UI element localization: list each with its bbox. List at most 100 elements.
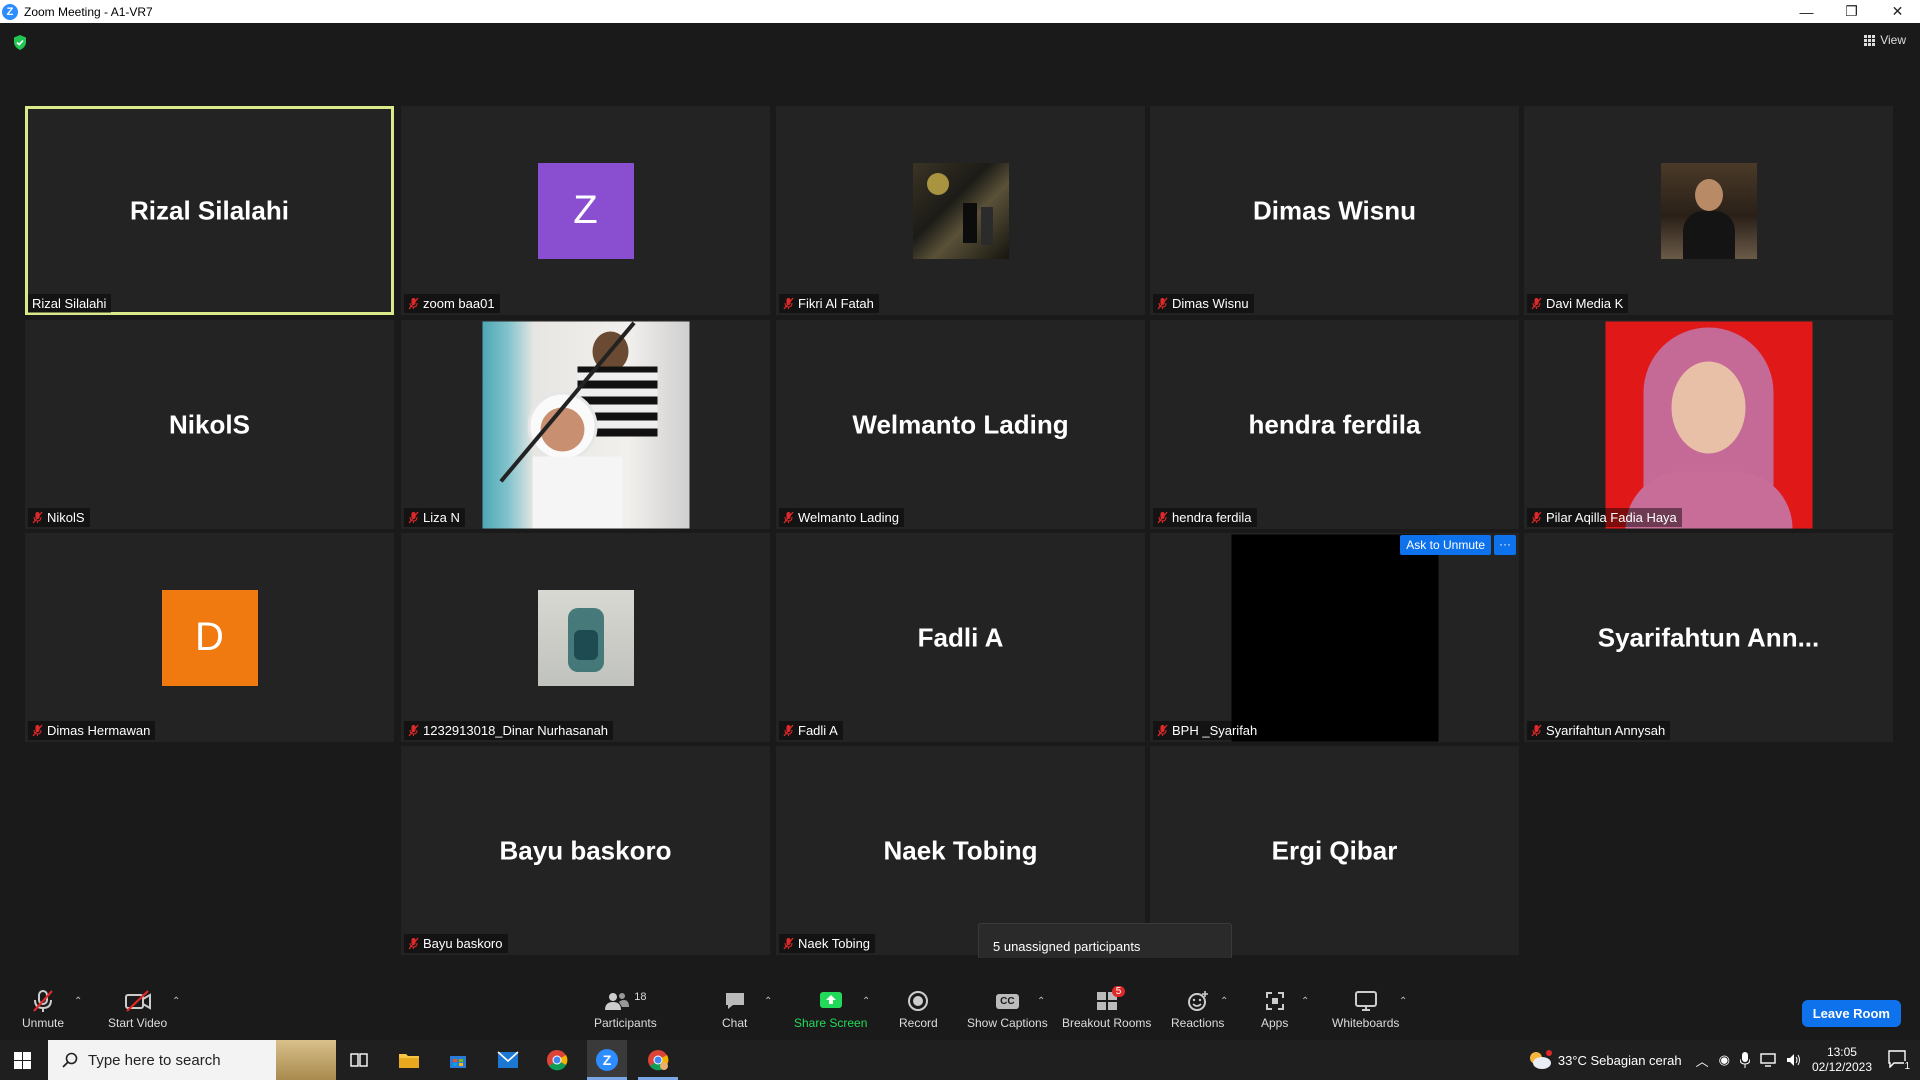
participants-button[interactable]: 18 Participants xyxy=(594,988,657,1030)
participant-tile[interactable]: NikolS NikolS xyxy=(25,320,394,529)
mic-muted-icon xyxy=(1531,724,1542,737)
file-explorer-icon[interactable] xyxy=(398,1050,420,1070)
volume-icon[interactable] xyxy=(1786,1053,1802,1067)
encryption-shield-icon[interactable] xyxy=(13,35,27,50)
location-icon[interactable]: ◉ xyxy=(1719,1052,1730,1068)
leave-room-button[interactable]: Leave Room xyxy=(1801,1000,1901,1027)
participant-label: hendra ferdila xyxy=(1153,508,1257,527)
participant-label: Rizal Silalahi xyxy=(28,294,112,313)
close-button[interactable]: ✕ xyxy=(1875,0,1920,23)
participant-tile[interactable]: Syarifahtun Ann... Syarifahtun Annysah xyxy=(1524,533,1893,742)
share-screen-button[interactable]: Share Screen xyxy=(794,988,867,1030)
participant-name-large: Bayu baskoro xyxy=(499,835,672,865)
notification-count: 1 xyxy=(1904,1061,1910,1072)
notifications-icon[interactable]: 1 xyxy=(1888,1050,1910,1072)
microsoft-store-icon[interactable] xyxy=(448,1050,468,1070)
participant-tile[interactable]: Fadli A Fadli A xyxy=(776,533,1145,742)
mic-muted-icon xyxy=(408,724,419,737)
more-options-button[interactable]: ··· xyxy=(1494,535,1516,555)
record-button[interactable]: Record xyxy=(899,988,938,1030)
participant-label: Bayu baskoro xyxy=(404,934,508,953)
chrome-taskbar-button[interactable] xyxy=(638,1040,678,1080)
notification-bubble-icon xyxy=(1888,1050,1906,1069)
mic-muted-icon xyxy=(32,724,43,737)
apps-button[interactable]: Apps xyxy=(1261,988,1288,1030)
restore-button[interactable]: ❐ xyxy=(1829,0,1874,23)
mic-muted-icon xyxy=(783,297,794,310)
participant-name: BPH _Syarifah xyxy=(1172,723,1258,738)
taskbar-search-box[interactable]: Type here to search xyxy=(48,1040,336,1080)
search-highlight-image xyxy=(276,1040,336,1080)
captions-options-chevron-icon[interactable]: ⌃ xyxy=(1037,996,1045,1007)
share-screen-icon xyxy=(819,992,842,1008)
participant-tile[interactable]: Z zoom baa01 xyxy=(401,106,770,315)
participant-tile[interactable]: Davi Media K xyxy=(1524,106,1893,315)
whiteboards-options-chevron-icon[interactable]: ⌃ xyxy=(1399,996,1407,1007)
participant-name: Naek Tobing xyxy=(798,936,871,951)
participant-tile[interactable]: hendra ferdila hendra ferdila xyxy=(1150,320,1519,529)
participant-name: Fadli A xyxy=(798,723,838,738)
chat-options-chevron-icon[interactable]: ⌃ xyxy=(764,996,772,1007)
avatar: Z xyxy=(537,162,634,259)
zoom-taskbar-button[interactable]: Z xyxy=(587,1040,627,1080)
participant-tile[interactable]: Ask to Unmute ··· BPH _Syarifah xyxy=(1150,533,1519,742)
share-options-chevron-icon[interactable]: ⌃ xyxy=(862,996,870,1007)
participant-video xyxy=(1605,321,1812,528)
participant-label: Pilar Aqilla Fadia Haya xyxy=(1527,508,1682,527)
reactions-button[interactable]: Reactions xyxy=(1171,988,1224,1030)
show-captions-button[interactable]: CC Show Captions xyxy=(967,988,1048,1030)
clock-date: 02/12/2023 xyxy=(1811,1060,1872,1074)
participant-tile[interactable]: Bayu baskoro Bayu baskoro xyxy=(401,746,770,955)
participant-name: Fikri Al Fatah xyxy=(798,296,874,311)
participant-name: Pilar Aqilla Fadia Haya xyxy=(1546,510,1677,525)
hidden-icons-chevron-icon[interactable]: ︿ xyxy=(1696,1051,1709,1070)
participant-tile[interactable]: Dimas Wisnu Dimas Wisnu xyxy=(1150,106,1519,315)
mail-icon[interactable] xyxy=(497,1051,519,1069)
ask-to-unmute-button[interactable]: Ask to Unmute xyxy=(1400,535,1491,555)
participant-name: hendra ferdila xyxy=(1172,510,1252,525)
show-captions-label: Show Captions xyxy=(967,1016,1048,1030)
participant-label: zoom baa01 xyxy=(404,294,500,313)
participants-icon xyxy=(605,993,630,1010)
participant-tile[interactable]: D Dimas Hermawan xyxy=(25,533,394,742)
windows-start-icon[interactable] xyxy=(14,1052,31,1069)
whiteboards-button[interactable]: Whiteboards xyxy=(1332,988,1399,1030)
microphone-tray-icon[interactable] xyxy=(1739,1052,1750,1068)
whiteboard-icon xyxy=(1354,991,1377,1011)
network-icon[interactable] xyxy=(1760,1053,1776,1067)
participant-label: Liza N xyxy=(404,508,465,527)
start-video-button[interactable]: Start Video xyxy=(108,988,167,1030)
view-button[interactable]: View xyxy=(1864,33,1906,47)
participant-name-large: Welmanto Lading xyxy=(852,409,1069,439)
meeting-toolbar: Unmute ⌃ Start Video ⌃ 18 Participants C… xyxy=(0,958,1920,1040)
participant-video xyxy=(912,162,1009,259)
participant-tile[interactable]: Rizal Silalahi Rizal Silalahi xyxy=(25,106,394,315)
zoom-app-icon: Z xyxy=(596,1049,618,1071)
participant-tile[interactable]: Welmanto Lading Welmanto Lading xyxy=(776,320,1145,529)
participant-name-large: Dimas Wisnu xyxy=(1252,195,1417,225)
task-view-icon[interactable] xyxy=(350,1051,368,1069)
mic-muted-icon xyxy=(783,724,794,737)
weather-icon[interactable] xyxy=(1528,1050,1552,1070)
reactions-options-chevron-icon[interactable]: ⌃ xyxy=(1220,996,1228,1007)
audio-options-chevron-icon[interactable]: ⌃ xyxy=(74,996,82,1007)
participant-tile[interactable]: Fikri Al Fatah xyxy=(776,106,1145,315)
participant-tile[interactable]: Pilar Aqilla Fadia Haya xyxy=(1524,320,1893,529)
chat-button[interactable]: Chat xyxy=(722,988,747,1030)
grid-view-icon xyxy=(1864,34,1876,46)
apps-options-chevron-icon[interactable]: ⌃ xyxy=(1301,996,1309,1007)
breakout-rooms-button[interactable]: 5 Breakout Rooms xyxy=(1062,986,1152,1030)
clock[interactable]: 13:05 02/12/2023 xyxy=(1812,1045,1872,1075)
video-options-chevron-icon[interactable]: ⌃ xyxy=(172,996,180,1007)
mic-muted-icon xyxy=(33,990,53,1012)
unmute-button[interactable]: Unmute xyxy=(22,988,64,1030)
participant-video xyxy=(1231,534,1438,741)
chrome-icon[interactable] xyxy=(546,1049,568,1071)
participant-tile[interactable]: Liza N xyxy=(401,320,770,529)
minimize-button[interactable]: — xyxy=(1784,0,1829,23)
breakout-rooms-label: Breakout Rooms xyxy=(1062,1016,1152,1030)
weather-text[interactable]: 33°C Sebagian cerah xyxy=(1558,1053,1682,1068)
apps-icon xyxy=(1265,992,1284,1010)
participant-name: Syarifahtun Annysah xyxy=(1546,723,1666,738)
participant-tile[interactable]: 1232913018_Dinar Nurhasanah xyxy=(401,533,770,742)
